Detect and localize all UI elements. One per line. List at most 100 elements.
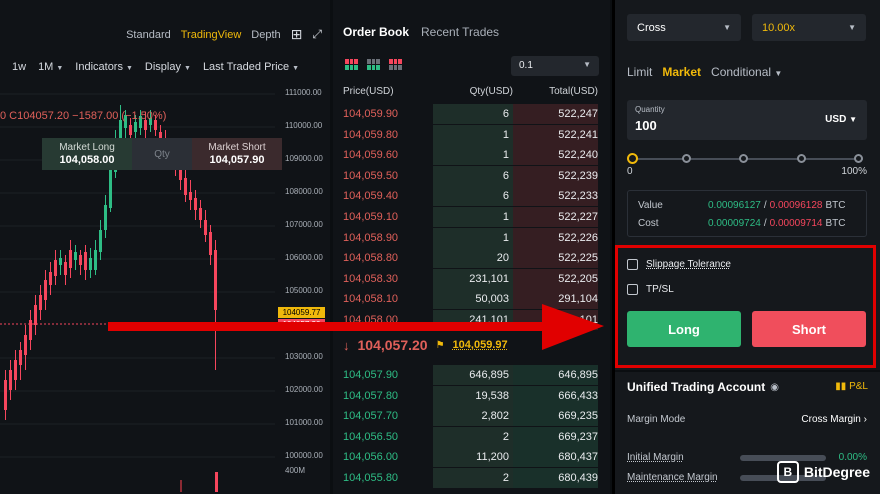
both-sides-view-icon[interactable] bbox=[345, 59, 358, 70]
view-tradingview[interactable]: TradingView bbox=[181, 29, 242, 41]
bitdegree-logo-icon: B bbox=[776, 461, 799, 483]
candle-body bbox=[134, 122, 137, 132]
bid-total: 669,237 bbox=[513, 426, 598, 447]
candle-body bbox=[94, 250, 97, 270]
bid-qty: 11,200 bbox=[433, 447, 513, 468]
candle-body bbox=[9, 370, 12, 390]
view-standard[interactable]: Standard bbox=[126, 29, 171, 41]
bid-total: 666,433 bbox=[513, 385, 598, 406]
bid-total: 646,895 bbox=[513, 365, 598, 385]
view-depth[interactable]: Depth bbox=[251, 29, 280, 41]
ask-row[interactable]: 104,059.90 6 522,247 bbox=[343, 104, 598, 124]
candle-body bbox=[59, 258, 62, 265]
price-tick: 107000.00 bbox=[285, 220, 323, 229]
chart-toolbar: 1w 1M ▼ Indicators ▼ Display ▼ Last Traded … bbox=[12, 61, 299, 73]
ask-row[interactable]: 104,058.80 20 522,225 bbox=[343, 248, 598, 269]
tab-order-book[interactable]: Order Book bbox=[343, 25, 409, 39]
ask-price: 104,059.10 bbox=[343, 211, 399, 223]
ask-row[interactable]: 104,059.10 1 522,227 bbox=[343, 207, 598, 227]
header-price: Price(USD) bbox=[343, 86, 394, 97]
quantity-slider[interactable] bbox=[627, 152, 867, 166]
ask-qty: 1 bbox=[433, 227, 513, 248]
pnl-link[interactable]: ▮▮ P&L bbox=[835, 381, 868, 392]
price-tick: 109000.00 bbox=[285, 154, 323, 163]
maintenance-margin-label: Maintenance Margin bbox=[627, 472, 718, 483]
bids-only-view-icon[interactable] bbox=[367, 59, 380, 70]
candle-body bbox=[29, 320, 32, 340]
cost-row: Cost 0.00009724 / 0.00009714 BTC bbox=[638, 218, 858, 229]
margin-mode-selector[interactable]: Cross Margin › bbox=[801, 414, 867, 425]
price-tick: 102000.00 bbox=[285, 385, 323, 394]
market-short-button[interactable]: Market Short 104,057.90 bbox=[192, 138, 282, 170]
candle-body bbox=[64, 262, 67, 275]
cost-label: Cost bbox=[638, 218, 659, 229]
chart-panel: Standard TradingView Depth ⊞ ⤢ 1w 1M ▼ In… bbox=[0, 0, 330, 494]
quick-qty-input[interactable]: Qty bbox=[132, 138, 192, 170]
price-axis: 111000.00 110000.00 109000.00 108000.00 … bbox=[275, 80, 330, 490]
slider-step[interactable] bbox=[739, 154, 748, 163]
chevron-down-icon: ▼ bbox=[56, 65, 64, 72]
trade-panel: Cross ▼ 10.00x ▼ Limit Market Conditiona… bbox=[615, 0, 880, 494]
quantity-currency-select[interactable]: USD ▼ bbox=[825, 114, 857, 125]
bid-price: 104,056.00 bbox=[343, 451, 399, 464]
bid-row[interactable]: 104,057.90 646,895 646,895 bbox=[343, 365, 598, 385]
slider-handle[interactable] bbox=[627, 153, 638, 164]
ask-row[interactable]: 104,059.40 6 522,233 bbox=[343, 186, 598, 207]
quick-order-widget: Market Long 104,058.00 Qty Market Short … bbox=[42, 138, 282, 170]
slider-step[interactable] bbox=[854, 154, 863, 163]
tab-conditional[interactable]: Conditional ▼ bbox=[711, 65, 782, 79]
margin-type-select[interactable]: Cross ▼ bbox=[627, 14, 741, 41]
ask-row[interactable]: 104,059.80 1 522,241 bbox=[343, 124, 598, 145]
bid-qty: 19,538 bbox=[433, 385, 513, 406]
market-long-button[interactable]: Market Long 104,058.00 bbox=[42, 138, 132, 170]
bid-row[interactable]: 104,056.00 11,200 680,437 bbox=[343, 447, 598, 468]
price-source-button[interactable]: Last Traded Price ▼ bbox=[203, 61, 299, 73]
orderbook-panel: Order Book Recent Trades 0.1 ▼ Price(USD… bbox=[333, 0, 610, 494]
display-button[interactable]: Display ▼ bbox=[145, 61, 191, 73]
asks-only-view-icon[interactable] bbox=[389, 59, 402, 70]
margin-mode-row: Margin Mode Cross Margin › bbox=[627, 414, 867, 425]
margin-type-value: Cross bbox=[637, 21, 666, 34]
tab-limit[interactable]: Limit bbox=[627, 65, 652, 79]
header-total: Total(USD) bbox=[549, 86, 598, 97]
candle-body bbox=[189, 192, 192, 200]
tab-market[interactable]: Market bbox=[662, 65, 701, 79]
ask-row[interactable]: 104,059.50 6 522,239 bbox=[343, 165, 598, 186]
slider-step[interactable] bbox=[682, 154, 691, 163]
quantity-value[interactable]: 100 bbox=[635, 118, 657, 133]
slider-max-label: 100% bbox=[841, 166, 867, 177]
candle-body bbox=[184, 178, 187, 195]
slider-step[interactable] bbox=[797, 154, 806, 163]
eye-icon[interactable]: ◉ bbox=[770, 382, 779, 393]
bid-row[interactable]: 104,057.70 2,802 669,235 bbox=[343, 406, 598, 427]
bid-qty: 2,802 bbox=[433, 406, 513, 427]
ask-row[interactable]: 104,058.30 231,101 522,205 bbox=[343, 268, 598, 289]
leverage-select[interactable]: 10.00x ▼ bbox=[752, 14, 866, 41]
bid-row[interactable]: 104,055.80 2 680,439 bbox=[343, 468, 598, 488]
value-short: 0.00096128 bbox=[769, 200, 823, 211]
precision-select[interactable]: 0.1 ▼ bbox=[511, 56, 599, 76]
ask-row[interactable]: 104,058.90 1 522,226 bbox=[343, 227, 598, 248]
quantity-label: Quantity bbox=[635, 105, 665, 114]
interval-1m-button[interactable]: 1M ▼ bbox=[38, 61, 63, 73]
quantity-field[interactable]: Quantity 100 USD ▼ bbox=[627, 100, 867, 140]
layout-grid-icon[interactable]: ⊞ bbox=[291, 26, 303, 43]
bid-qty: 2 bbox=[433, 426, 513, 447]
ask-price: 104,059.80 bbox=[343, 128, 399, 141]
ask-row[interactable]: 104,059.60 1 522,240 bbox=[343, 145, 598, 166]
candle-body bbox=[104, 205, 107, 230]
bid-row[interactable]: 104,056.50 2 669,237 bbox=[343, 426, 598, 447]
uta-header: Unified Trading Account ◉ bbox=[627, 380, 779, 394]
volume-tick: 400M bbox=[285, 466, 306, 475]
ask-qty: 1 bbox=[433, 124, 513, 145]
bid-total: 680,439 bbox=[513, 468, 598, 488]
candle-body bbox=[19, 350, 22, 365]
interval-1w[interactable]: 1w bbox=[12, 61, 26, 73]
uta-title: Unified Trading Account bbox=[627, 380, 766, 394]
fullscreen-icon[interactable]: ⤢ bbox=[312, 27, 322, 42]
candle-body bbox=[69, 250, 72, 268]
bid-row[interactable]: 104,057.80 19,538 666,433 bbox=[343, 385, 598, 406]
candle-body bbox=[14, 360, 17, 380]
indicators-button[interactable]: Indicators ▼ bbox=[75, 61, 133, 73]
tab-recent-trades[interactable]: Recent Trades bbox=[421, 25, 499, 39]
